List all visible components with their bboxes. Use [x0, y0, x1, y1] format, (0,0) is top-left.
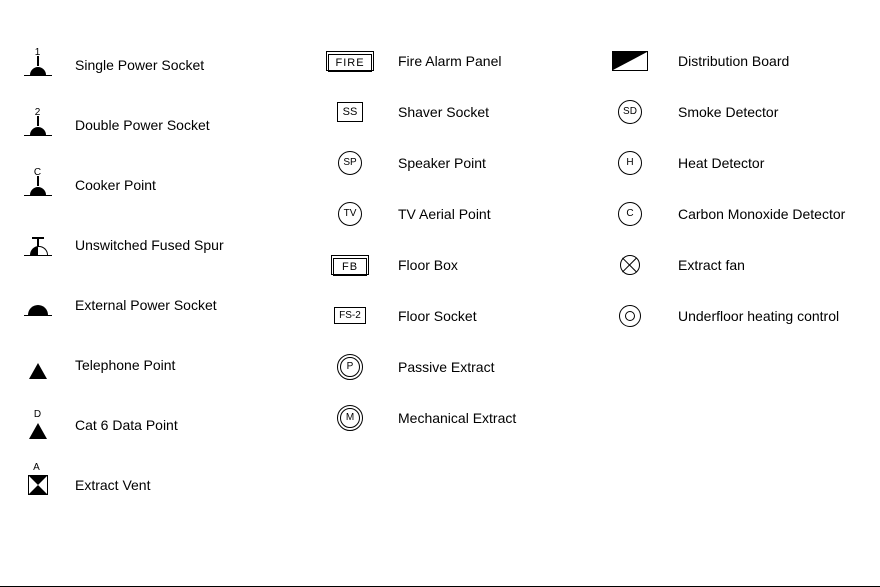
- row-data-point: D Cat 6 Data Point: [10, 395, 300, 455]
- co-detector-icon: C: [600, 194, 660, 234]
- label: Floor Box: [398, 257, 600, 273]
- row-floor-box: FB Floor Box: [320, 239, 600, 290]
- row-extract-fan: Extract fan: [600, 239, 880, 290]
- row-co-detector: C Carbon Monoxide Detector: [600, 188, 880, 239]
- superscript: A: [31, 462, 43, 473]
- row-shaver-socket: SS Shaver Socket: [320, 86, 600, 137]
- floor-socket-icon: FS-2: [320, 296, 380, 336]
- underfloor-heating-icon: [600, 296, 660, 336]
- label: Distribution Board: [678, 53, 880, 69]
- distribution-board-icon: [600, 41, 660, 81]
- double-power-socket-icon: 2: [10, 105, 65, 145]
- external-power-socket-icon: [10, 285, 65, 325]
- label: Shaver Socket: [398, 104, 600, 120]
- symbol-text: P: [340, 357, 360, 377]
- label: Speaker Point: [398, 155, 600, 171]
- row-external-power-socket: External Power Socket: [10, 275, 300, 335]
- row-passive-extract: P Passive Extract: [320, 341, 600, 392]
- label: External Power Socket: [75, 297, 300, 313]
- label: Single Power Socket: [75, 57, 300, 73]
- label: Fire Alarm Panel: [398, 53, 600, 69]
- label: Double Power Socket: [75, 117, 300, 133]
- heat-detector-icon: H: [600, 143, 660, 183]
- row-unswitched-fused-spur: Unswitched Fused Spur: [10, 215, 300, 275]
- symbol-text: SP: [338, 151, 362, 175]
- label: Carbon Monoxide Detector: [678, 206, 880, 222]
- row-smoke-detector: SD Smoke Detector: [600, 86, 880, 137]
- symbol-text: TV: [338, 202, 362, 226]
- row-underfloor-heating: Underfloor heating control: [600, 290, 880, 341]
- row-mechanical-extract: M Mechanical Extract: [320, 392, 600, 443]
- label: Cat 6 Data Point: [75, 417, 300, 433]
- mechanical-extract-icon: M: [320, 398, 380, 438]
- symbol-text: SS: [337, 102, 364, 122]
- passive-extract-icon: P: [320, 347, 380, 387]
- label: Smoke Detector: [678, 104, 880, 120]
- fire-alarm-panel-icon: FIRE: [320, 41, 380, 81]
- telephone-point-icon: [10, 345, 65, 385]
- row-fire-alarm-panel: FIRE Fire Alarm Panel: [320, 35, 600, 86]
- superscript: C: [33, 167, 43, 178]
- label: TV Aerial Point: [398, 206, 600, 222]
- row-telephone-point: Telephone Point: [10, 335, 300, 395]
- shaver-socket-icon: SS: [320, 92, 380, 132]
- symbol-text: C: [618, 202, 642, 226]
- symbol-text: FB: [333, 258, 367, 276]
- superscript: 2: [33, 107, 43, 118]
- superscript: D: [32, 409, 44, 420]
- symbol-text: M: [340, 408, 360, 428]
- smoke-detector-icon: SD: [600, 92, 660, 132]
- row-double-power-socket: 2 Double Power Socket: [10, 95, 300, 155]
- label: Extract fan: [678, 257, 880, 273]
- label: Unswitched Fused Spur: [75, 237, 300, 253]
- legend-col-3: Distribution Board SD Smoke Detector H H…: [600, 35, 880, 341]
- row-tv-aerial-point: TV TV Aerial Point: [320, 188, 600, 239]
- symbol-text: SD: [618, 100, 642, 124]
- legend-col-1: 1 Single Power Socket 2 Double Power Soc…: [10, 35, 300, 515]
- unswitched-fused-spur-icon: [10, 225, 65, 265]
- symbol-text: FIRE: [328, 54, 371, 72]
- data-point-icon: D: [10, 405, 65, 445]
- extract-vent-icon: A: [10, 465, 65, 505]
- row-heat-detector: H Heat Detector: [600, 137, 880, 188]
- label: Extract Vent: [75, 477, 300, 493]
- row-speaker-point: SP Speaker Point: [320, 137, 600, 188]
- row-extract-vent: A Extract Vent: [10, 455, 300, 515]
- label: Telephone Point: [75, 357, 300, 373]
- row-distribution-board: Distribution Board: [600, 35, 880, 86]
- row-floor-socket: FS-2 Floor Socket: [320, 290, 600, 341]
- label: Floor Socket: [398, 308, 600, 324]
- label: Passive Extract: [398, 359, 600, 375]
- label: Cooker Point: [75, 177, 300, 193]
- legend-col-2: FIRE Fire Alarm Panel SS Shaver Socket S…: [320, 35, 600, 443]
- label: Heat Detector: [678, 155, 880, 171]
- label: Underfloor heating control: [678, 308, 880, 324]
- row-single-power-socket: 1 Single Power Socket: [10, 35, 300, 95]
- floor-box-icon: FB: [320, 245, 380, 285]
- single-power-socket-icon: 1: [10, 45, 65, 85]
- row-cooker-point: C Cooker Point: [10, 155, 300, 215]
- extract-fan-icon: [600, 245, 660, 285]
- symbol-text: FS-2: [334, 307, 366, 324]
- superscript: 1: [33, 47, 43, 58]
- symbol-text: H: [618, 151, 642, 175]
- cooker-point-icon: C: [10, 165, 65, 205]
- electrical-legend: 1 Single Power Socket 2 Double Power Soc…: [0, 0, 880, 587]
- label: Mechanical Extract: [398, 410, 600, 426]
- speaker-point-icon: SP: [320, 143, 380, 183]
- tv-aerial-point-icon: TV: [320, 194, 380, 234]
